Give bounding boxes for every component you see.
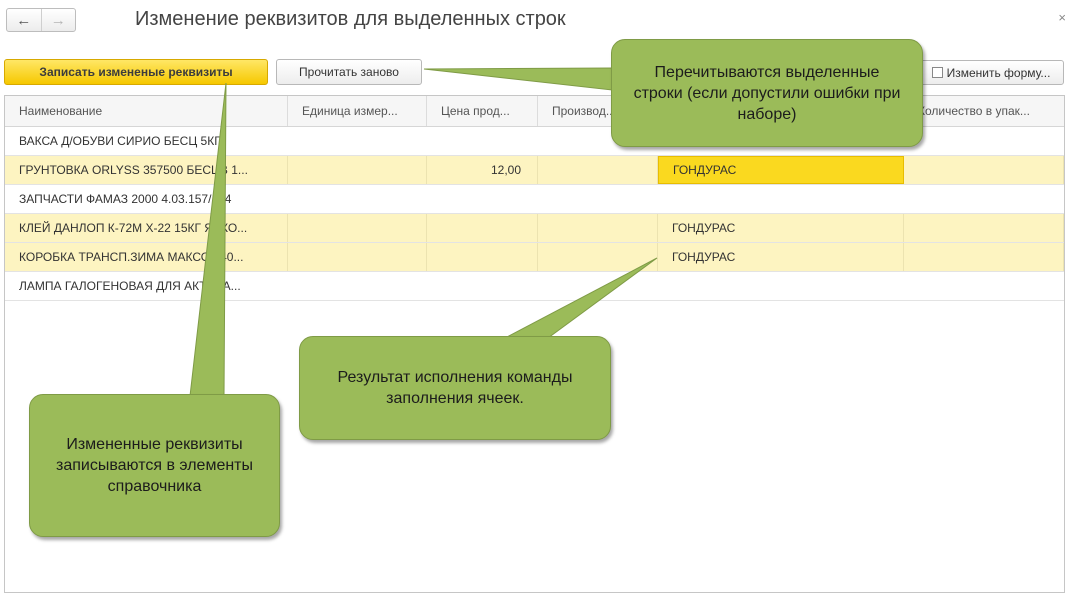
save-callout: Измененные реквизиты записываются в элем… [29, 394, 280, 537]
cell-price[interactable]: 12,00 [427, 156, 538, 184]
table-row[interactable]: КЛЕЙ ДАНЛОП К-72М Х-22 15КГ ЯРКО... ГОНД… [5, 214, 1064, 243]
cell-qty[interactable] [904, 185, 1064, 213]
cell-qty[interactable] [904, 127, 1064, 155]
page-title: Изменение реквизитов для выделенных стро… [135, 8, 566, 30]
cell-producer[interactable] [538, 156, 658, 184]
change-form-label: Изменить форму... [946, 65, 1051, 80]
cell-name[interactable]: ЛАМПА ГАЛОГЕНОВАЯ ДЛЯ АКТИВА... [5, 272, 288, 300]
close-icon[interactable]: × [1058, 10, 1066, 25]
table-row[interactable]: ГРУНТОВКА ORLYSS 357500 БЕСЦВ 1... 12,00… [5, 156, 1064, 185]
form-icon [931, 67, 943, 78]
cell-producer[interactable] [538, 214, 658, 242]
change-form-button[interactable]: Изменить форму... [918, 60, 1064, 85]
cell-country-selected[interactable]: ГОНДУРАС [658, 156, 904, 184]
save-changes-button[interactable]: Записать измененые реквизиты [4, 59, 268, 85]
cell-unit[interactable] [288, 156, 427, 184]
cell-unit[interactable] [288, 127, 427, 155]
reload-callout: Перечитываются выделенные строки (если д… [611, 39, 923, 147]
cell-qty[interactable] [904, 214, 1064, 242]
history-nav: ← → [6, 8, 76, 32]
cell-name[interactable]: КОРОБКА ТРАНСП.ЗИМА МАКСО 540... [5, 243, 288, 271]
cell-qty[interactable] [904, 156, 1064, 184]
cell-unit[interactable] [288, 243, 427, 271]
cell-producer[interactable] [538, 185, 658, 213]
cell-price[interactable] [427, 214, 538, 242]
cell-qty[interactable] [904, 243, 1064, 271]
result-callout: Результат исполнения команды заполнения … [299, 336, 611, 440]
column-header-qty[interactable]: Количество в упак... [904, 96, 1064, 126]
cell-country[interactable] [658, 185, 904, 213]
reload-callout-pointer [423, 67, 613, 91]
cell-unit[interactable] [288, 272, 427, 300]
cell-price[interactable] [427, 243, 538, 271]
column-header-unit[interactable]: Единица измер... [288, 96, 427, 126]
cell-unit[interactable] [288, 214, 427, 242]
cell-name[interactable]: ЗАПЧАСТИ ФАМАЗ 2000 4.03.157/134 [5, 185, 288, 213]
cell-price[interactable] [427, 185, 538, 213]
back-arrow-icon[interactable]: ← [7, 9, 41, 31]
cell-name[interactable]: ГРУНТОВКА ORLYSS 357500 БЕСЦВ 1... [5, 156, 288, 184]
cell-price[interactable] [427, 127, 538, 155]
cell-name[interactable]: КЛЕЙ ДАНЛОП К-72М Х-22 15КГ ЯРКО... [5, 214, 288, 242]
column-header-name[interactable]: Наименование [5, 96, 288, 126]
cell-price[interactable] [427, 272, 538, 300]
cell-country[interactable] [658, 272, 904, 300]
table-row[interactable]: КОРОБКА ТРАНСП.ЗИМА МАКСО 540... ГОНДУРА… [5, 243, 1064, 272]
cell-producer[interactable] [538, 243, 658, 271]
table-row[interactable]: ЗАПЧАСТИ ФАМАЗ 2000 4.03.157/134 [5, 185, 1064, 214]
forward-arrow-icon[interactable]: → [40, 9, 76, 31]
reload-button[interactable]: Прочитать заново [276, 59, 422, 85]
table-row[interactable]: ЛАМПА ГАЛОГЕНОВАЯ ДЛЯ АКТИВА... [5, 272, 1064, 301]
cell-country[interactable]: ГОНДУРАС [658, 243, 904, 271]
cell-producer[interactable] [538, 272, 658, 300]
cell-name[interactable]: ВАКСА Д/ОБУВИ СИРИО БЕСЦ 5КГ [5, 127, 288, 155]
cell-unit[interactable] [288, 185, 427, 213]
cell-country[interactable]: ГОНДУРАС [658, 214, 904, 242]
column-header-price[interactable]: Цена прод... [427, 96, 538, 126]
cell-qty[interactable] [904, 272, 1064, 300]
